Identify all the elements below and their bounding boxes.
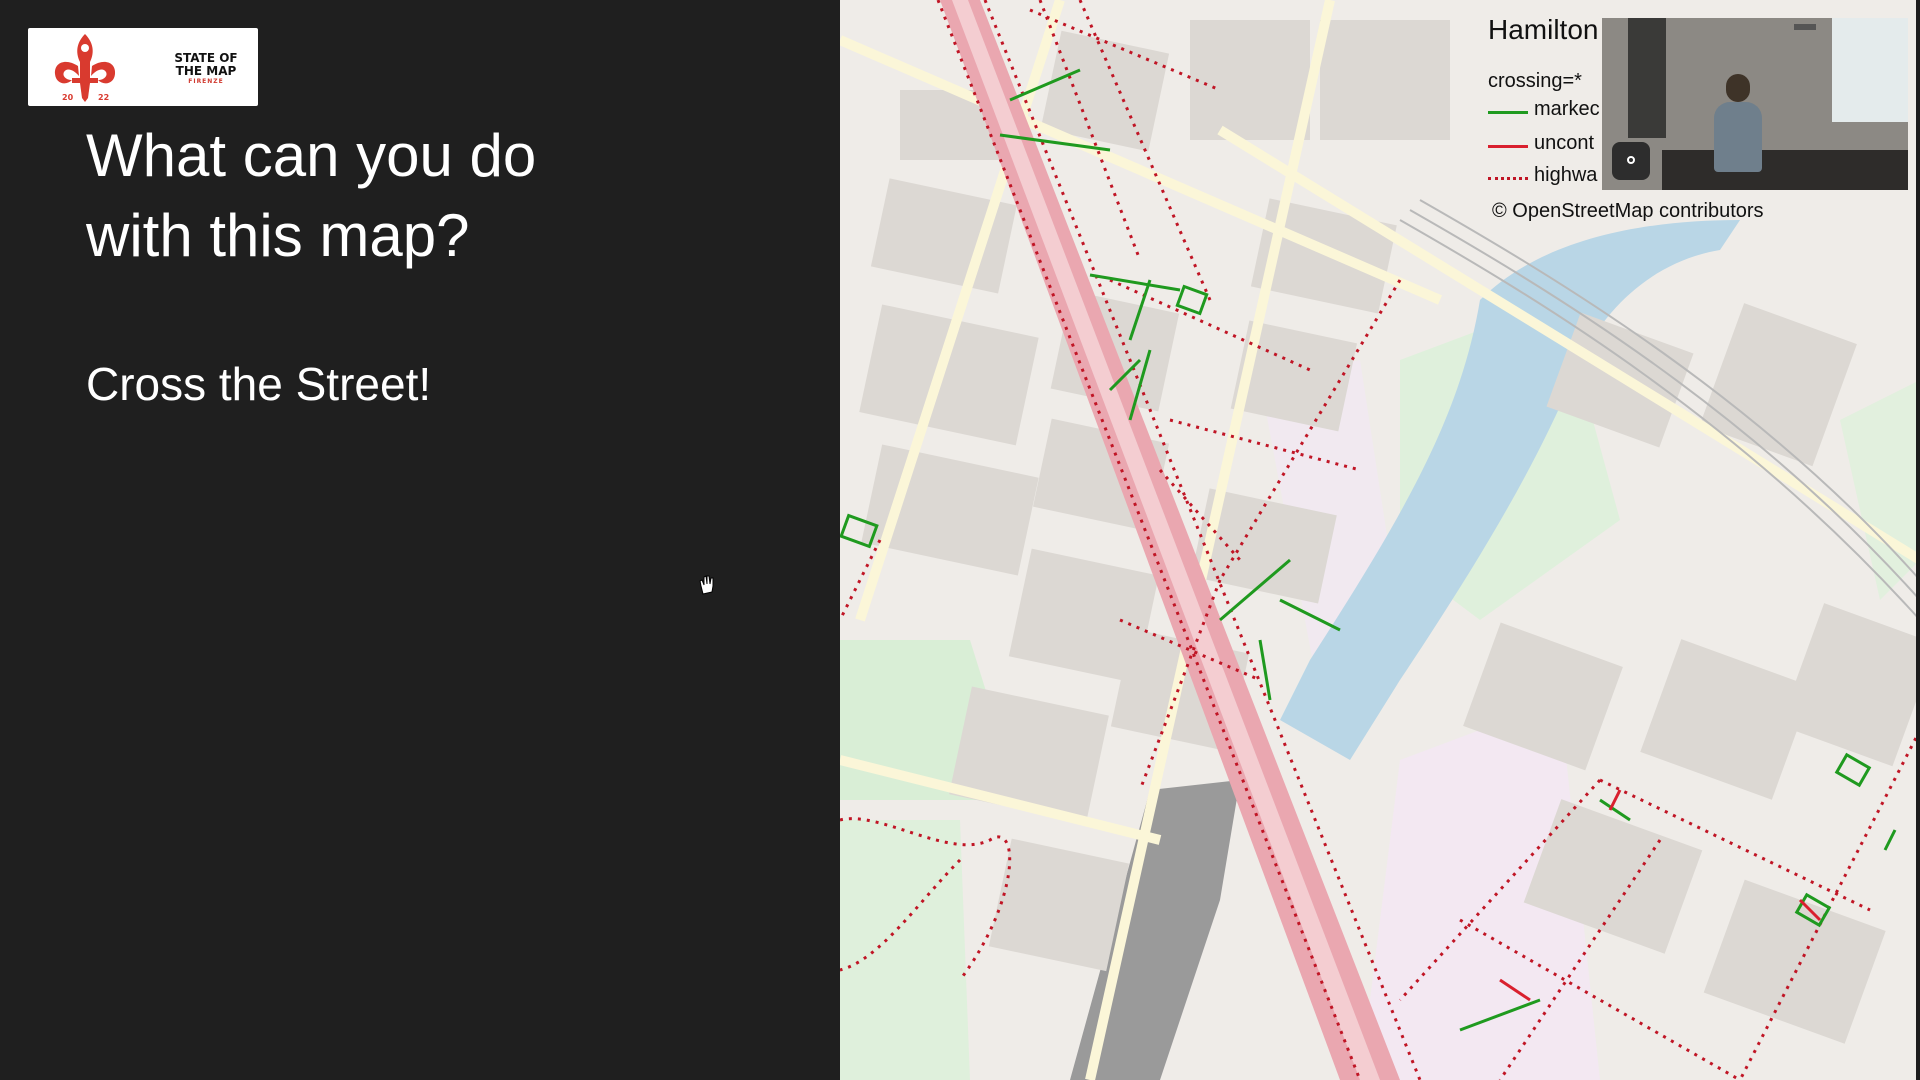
legend-title: Hamilton — [1488, 14, 1599, 45]
legend-tag: crossing=* — [1488, 70, 1582, 92]
projector-screen — [1832, 18, 1908, 122]
legend-label-uncontrolled: uncont — [1534, 132, 1595, 154]
legend-swatch-uncontrolled — [1488, 145, 1528, 148]
record-indicator-icon — [1612, 142, 1650, 180]
slide-subtitle: Cross the Street! — [86, 358, 432, 410]
fleur-de-lis-icon: 20 22 — [54, 34, 116, 102]
logo-city: FIRENZE — [188, 78, 224, 85]
legend-swatch-marked — [1488, 111, 1528, 114]
legend-label-highway: highwa — [1534, 164, 1598, 186]
speaker-webcam — [1602, 18, 1908, 190]
legend-label-marked: markec — [1534, 98, 1600, 120]
state-of-the-map-logo: 20 22 STATE OF THE MAP FIRENZE — [28, 28, 258, 106]
hand-cursor-icon — [699, 575, 714, 595]
logo-year-left: 20 — [62, 93, 74, 102]
window-edge — [1916, 0, 1920, 1080]
map-attribution: © OpenStreetMap contributors — [1492, 200, 1764, 222]
logo-text: STATE OF THE MAP FIRENZE — [156, 52, 256, 86]
slide-panel: 20 22 STATE OF THE MAP FIRENZE What can … — [0, 0, 840, 1080]
webcam-menu-icon[interactable] — [1794, 24, 1816, 30]
legend-swatch-highway — [1488, 177, 1528, 180]
screen: 20 22 STATE OF THE MAP FIRENZE What can … — [0, 0, 1920, 1080]
logo-name-line2: THE MAP — [175, 64, 237, 78]
slide-title: What can you do with this map? — [86, 116, 786, 276]
logo-year-right: 22 — [98, 93, 109, 102]
speaker-figure — [1714, 102, 1762, 172]
slide-title-line1: What can you do — [86, 122, 537, 189]
slide-title-line2: with this map? — [86, 202, 470, 269]
